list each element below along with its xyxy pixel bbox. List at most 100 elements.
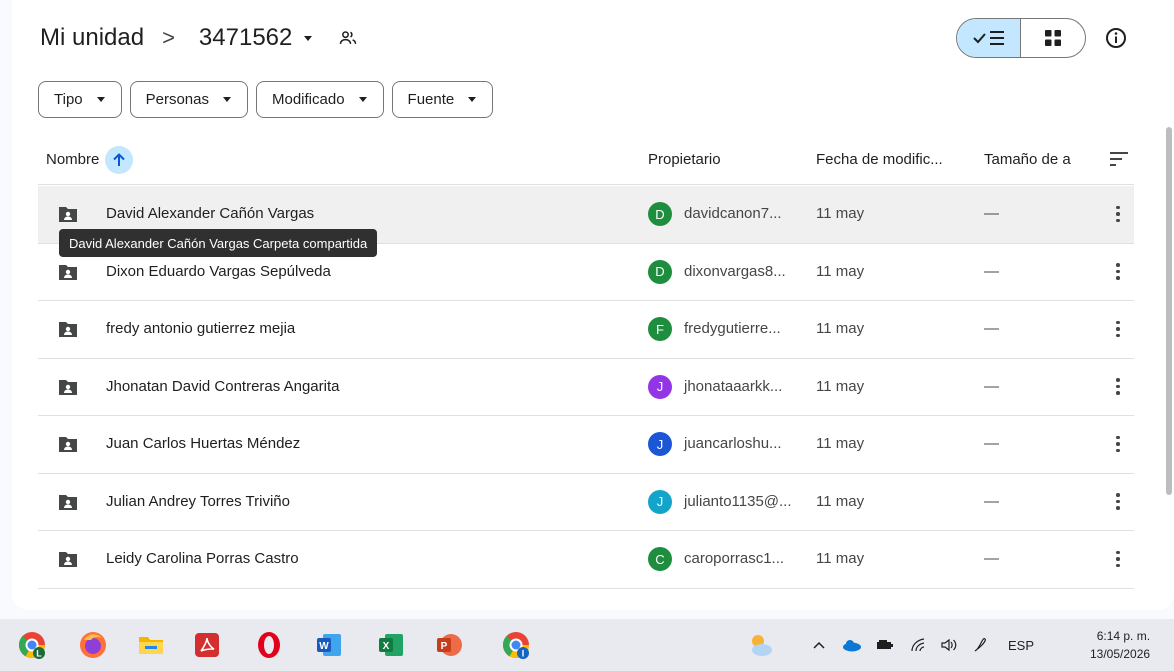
table-row[interactable]: Juan Carlos Huertas Méndez Jjuancarloshu.… xyxy=(38,416,1134,474)
modified-date: 11 may xyxy=(816,435,865,452)
more-actions-icon[interactable] xyxy=(1108,434,1128,454)
filter-type-label: Tipo xyxy=(54,91,83,108)
owner-email: davidcanon7... xyxy=(684,205,782,222)
shared-folder-icon xyxy=(58,378,78,400)
chevron-down-icon xyxy=(304,35,313,41)
more-actions-icon[interactable] xyxy=(1108,262,1128,282)
owner-avatar: F xyxy=(648,317,672,341)
table-row[interactable]: fredy antonio gutierrez mejia Ffredygutie… xyxy=(38,301,1134,359)
file-name[interactable]: Leidy Carolina Porras Castro xyxy=(106,550,299,567)
table-header: Nombre Propietario Fecha de modific... T… xyxy=(38,135,1134,185)
chrome-i-icon[interactable]: I xyxy=(501,630,531,660)
filter-modified-label: Modificado xyxy=(272,91,345,108)
more-actions-icon[interactable] xyxy=(1108,377,1128,397)
chevron-down-icon xyxy=(96,97,105,102)
volume-icon[interactable] xyxy=(940,637,958,653)
shared-folder-icon xyxy=(58,320,78,342)
file-size: — xyxy=(984,205,999,222)
opera-icon[interactable] xyxy=(254,630,284,660)
owner-avatar: J xyxy=(648,489,672,514)
file-size: — xyxy=(984,492,999,510)
battery-icon[interactable] xyxy=(876,638,894,652)
file-name[interactable]: David Alexander Cañón Vargas xyxy=(106,205,314,222)
list-view-button[interactable] xyxy=(957,19,1021,57)
more-actions-icon[interactable] xyxy=(1108,319,1128,339)
grid-view-button[interactable] xyxy=(1021,19,1085,57)
weather-icon[interactable] xyxy=(745,630,775,660)
shared-folder-icon xyxy=(58,205,78,227)
filter-people[interactable]: Personas xyxy=(129,81,248,118)
more-actions-icon[interactable] xyxy=(1108,204,1128,224)
word-icon[interactable]: W xyxy=(314,630,344,660)
shared-folder-icon xyxy=(58,435,78,457)
language-indicator[interactable]: ESP xyxy=(1008,638,1034,653)
owner-email: julianto1135@... xyxy=(684,492,792,510)
file-explorer-icon[interactable] xyxy=(136,630,166,660)
filter-source-label: Fuente xyxy=(407,91,455,108)
filter-source[interactable]: Fuente xyxy=(391,81,494,118)
excel-icon[interactable]: X xyxy=(376,630,406,660)
sort-direction-button[interactable] xyxy=(105,145,134,174)
file-size: — xyxy=(984,262,999,280)
pen-icon[interactable] xyxy=(972,636,990,654)
file-size: — xyxy=(984,320,999,337)
owner-avatar: D xyxy=(648,202,672,226)
file-name[interactable]: Juan Carlos Huertas Méndez xyxy=(106,435,300,452)
file-name[interactable]: fredy antonio gutierrez mejia xyxy=(106,320,295,337)
more-actions-icon[interactable] xyxy=(1108,549,1128,569)
owner-email: juancarloshu... xyxy=(684,435,782,452)
firefox-icon[interactable] xyxy=(78,630,108,660)
file-name[interactable]: Dixon Eduardo Vargas Sepúlveda xyxy=(106,263,331,280)
chevron-up-icon[interactable] xyxy=(812,638,826,652)
file-size: — xyxy=(984,435,999,452)
breadcrumb: Mi unidad > 3471562 xyxy=(38,16,358,60)
column-modified-header[interactable]: Fecha de modific... xyxy=(816,151,943,168)
file-name[interactable]: Julian Andrey Torres Triviño xyxy=(106,493,290,510)
shared-folder-icon xyxy=(58,550,78,572)
shared-users-icon[interactable] xyxy=(338,28,358,48)
svg-text:L: L xyxy=(36,649,42,659)
clock[interactable]: 6:14 p. m. 13/05/2026 xyxy=(1090,627,1150,663)
column-size-header[interactable]: Tamaño de a xyxy=(984,151,1084,168)
modified-date: 11 may xyxy=(816,550,865,567)
breadcrumb-root[interactable]: Mi unidad xyxy=(38,20,146,56)
table-row[interactable]: Leidy Carolina Porras Castro Ccaroporrasc… xyxy=(38,531,1134,589)
sort-options-icon[interactable] xyxy=(1108,149,1130,169)
filter-type[interactable]: Tipo xyxy=(38,81,122,118)
modified-date: 11 may xyxy=(816,377,865,395)
table-row[interactable]: Jhonatan David Contreras Angarita Jjhonat… xyxy=(38,359,1134,416)
owner-email: fredygutierre... xyxy=(684,320,781,337)
file-size: — xyxy=(984,377,999,395)
taskbar: L W X P I ESP 6:14 p. m. 13/05/2026 xyxy=(0,619,1174,671)
column-owner-header[interactable]: Propietario xyxy=(648,151,721,168)
tooltip: David Alexander Cañón Vargas Carpeta com… xyxy=(59,229,378,257)
check-list-icon xyxy=(972,31,1004,45)
svg-text:X: X xyxy=(383,641,390,652)
column-name-header[interactable]: Nombre xyxy=(46,145,134,174)
owner-avatar: C xyxy=(648,547,672,571)
arrow-up-icon xyxy=(113,152,126,166)
chevron-down-icon xyxy=(468,97,477,102)
wifi-icon[interactable] xyxy=(910,637,928,653)
filter-people-label: Personas xyxy=(145,91,209,108)
acrobat-icon[interactable] xyxy=(192,630,222,660)
powerpoint-icon[interactable]: P xyxy=(434,630,464,660)
modified-date: 11 may xyxy=(816,262,865,280)
breadcrumb-current-folder[interactable]: 3471562 xyxy=(191,20,320,56)
svg-text:W: W xyxy=(319,641,329,652)
chevron-down-icon xyxy=(358,97,367,102)
shared-folder-icon xyxy=(58,493,78,515)
file-name[interactable]: Jhonatan David Contreras Angarita xyxy=(106,378,339,395)
info-icon[interactable] xyxy=(1104,26,1128,50)
more-actions-icon[interactable] xyxy=(1108,492,1128,512)
table-row[interactable]: Julian Andrey Torres Triviño Jjulianto113… xyxy=(38,474,1134,531)
breadcrumb-separator: > xyxy=(162,25,175,50)
owner-email: jhonataaarkk... xyxy=(684,377,783,395)
grid-icon xyxy=(1045,30,1061,46)
file-size: — xyxy=(984,550,999,567)
filter-modified[interactable]: Modificado xyxy=(256,81,384,118)
onedrive-icon[interactable] xyxy=(842,638,862,652)
scrollbar-thumb[interactable] xyxy=(1166,127,1172,495)
chevron-down-icon xyxy=(223,97,231,102)
chrome-l-icon[interactable]: L xyxy=(17,630,47,660)
